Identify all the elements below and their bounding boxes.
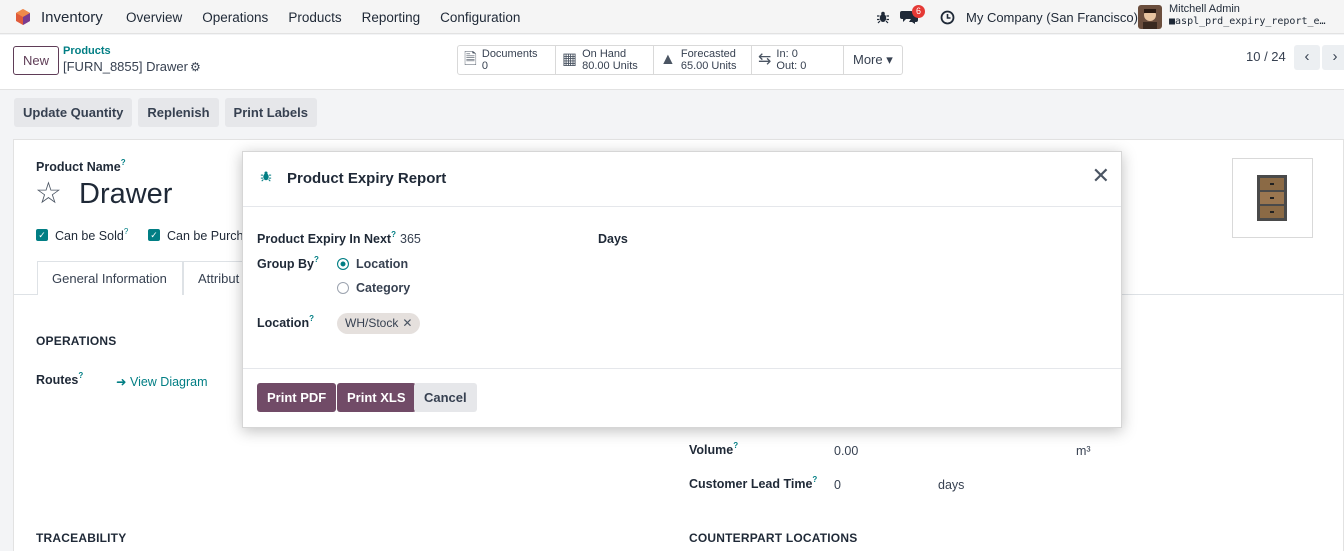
top-navbar: Inventory Overview Operations Products R… xyxy=(0,0,1344,34)
new-button[interactable]: New xyxy=(13,46,60,75)
dialog-header: Product Expiry Report ✕ xyxy=(243,152,1121,207)
can-be-purchased-label: Can be Purch xyxy=(167,229,244,243)
volume-label: Volume? xyxy=(689,441,739,457)
user-avatar[interactable] xyxy=(1138,5,1162,29)
pager-value[interactable]: 10 / 24 xyxy=(1246,49,1286,64)
can-be-sold-label: Can be Sold? xyxy=(55,227,129,243)
more-dropdown[interactable]: More ▾ xyxy=(844,46,902,74)
chevron-right-icon: › xyxy=(1332,48,1338,65)
traceability-section-title: TRACEABILITY xyxy=(36,531,127,545)
forecasted-button[interactable]: ▲ Forecasted 65.00 Units xyxy=(654,46,752,74)
expiry-days-label: Product Expiry In Next? xyxy=(257,230,396,246)
user-name[interactable]: Mitchell Admin xyxy=(1169,3,1240,15)
print-xls-button[interactable]: Print XLS xyxy=(337,383,416,412)
breadcrumb-current: [FURN_8855] Drawer xyxy=(63,59,188,74)
favorite-star-icon[interactable]: ☆ xyxy=(35,176,62,211)
onhand-label: On Hand xyxy=(582,48,627,60)
can-be-sold-checkbox[interactable]: ✓ xyxy=(36,229,48,241)
product-expiry-report-dialog: Product Expiry Report ✕ Product Expiry I… xyxy=(242,151,1122,428)
group-by-location-radio[interactable] xyxy=(337,258,349,270)
customer-lead-time-label: Customer Lead Time? xyxy=(689,475,818,491)
chevron-left-icon: ‹ xyxy=(1304,48,1310,65)
dialog-footer-divider xyxy=(243,368,1121,369)
cancel-button[interactable]: Cancel xyxy=(414,383,477,412)
print-pdf-button[interactable]: Print PDF xyxy=(257,383,337,412)
view-diagram-link[interactable]: ➜ View Diagram xyxy=(116,374,208,389)
bug-icon[interactable] xyxy=(260,170,272,185)
operations-section-title: OPERATIONS xyxy=(36,334,117,348)
menu-operations[interactable]: Operations xyxy=(202,10,268,25)
expiry-days-input[interactable]: 365 xyxy=(400,232,421,246)
group-by-category-radio[interactable] xyxy=(337,282,349,294)
out-count: Out: 0 xyxy=(776,60,807,72)
in-count: In: 0 xyxy=(776,48,798,60)
control-panel: New Products [FURN_8855] Drawer ⚙ 🗎 Docu… xyxy=(0,35,1344,90)
gear-icon[interactable]: ⚙ xyxy=(190,60,201,74)
location-label: Location? xyxy=(257,314,314,330)
menu-products[interactable]: Products xyxy=(288,10,341,25)
breadcrumb-products[interactable]: Products xyxy=(63,45,111,57)
forecasted-value: 65.00 Units xyxy=(680,60,737,72)
dialog-title: Product Expiry Report xyxy=(287,170,447,187)
group-by-label: Group By? xyxy=(257,255,319,271)
can-be-purchased-checkbox[interactable]: ✓ xyxy=(148,229,160,241)
print-labels-button[interactable]: Print Labels xyxy=(224,98,317,127)
volume-value[interactable]: 0.00 xyxy=(834,444,858,458)
counterpart-locations-section-title: COUNTERPART LOCATIONS xyxy=(689,531,858,545)
documents-count: 0 xyxy=(481,60,488,72)
database-name: ■aspl_prd_expiry_report_e… xyxy=(1169,16,1326,27)
documents-button[interactable]: 🗎 Documents 0 xyxy=(458,46,556,74)
exchange-icon: ⇆ xyxy=(758,51,772,68)
documents-label: Documents xyxy=(481,48,538,60)
product-name[interactable]: Drawer xyxy=(79,178,172,211)
customer-lead-time-unit: days xyxy=(938,478,965,492)
product-name-label: Product Name? xyxy=(36,158,126,174)
smart-buttons: 🗎 Documents 0 ▦ On Hand 80.00 Units ▲ Fore… xyxy=(457,45,903,75)
group-by-location-label[interactable]: Location xyxy=(356,257,408,271)
main-menu: Overview Operations Products Reporting C… xyxy=(126,10,540,25)
pager-next-button[interactable]: › xyxy=(1322,45,1344,70)
form-actions: Update Quantity Replenish Print Labels xyxy=(14,98,317,127)
volume-unit: m³ xyxy=(1076,444,1091,458)
area-chart-icon: ▲ xyxy=(660,51,676,68)
bug-icon[interactable] xyxy=(876,10,890,24)
menu-configuration[interactable]: Configuration xyxy=(440,10,520,25)
replenish-button[interactable]: Replenish xyxy=(138,98,219,127)
update-quantity-button[interactable]: Update Quantity xyxy=(14,98,133,127)
location-tag-text: WH/Stock xyxy=(345,316,399,330)
menu-overview[interactable]: Overview xyxy=(126,10,182,25)
location-tag[interactable]: WH/Stock ✕ xyxy=(337,313,421,334)
onhand-button[interactable]: ▦ On Hand 80.00 Units xyxy=(556,46,654,74)
group-by-category-label[interactable]: Category xyxy=(356,281,410,295)
menu-reporting[interactable]: Reporting xyxy=(362,10,421,25)
cubes-icon: ▦ xyxy=(562,51,578,68)
tab-general-information[interactable]: General Information xyxy=(37,261,183,295)
company-switcher[interactable]: My Company (San Francisco) xyxy=(966,10,1138,25)
messages-count-badge: 6 xyxy=(912,5,926,18)
document-icon: 🗎 xyxy=(464,51,477,68)
pager-previous-button[interactable]: ‹ xyxy=(1294,45,1320,70)
customer-lead-time-value[interactable]: 0 xyxy=(834,478,841,492)
expiry-days-unit: Days xyxy=(598,232,628,246)
routes-label: Routes? xyxy=(36,371,84,387)
app-name[interactable]: Inventory xyxy=(41,9,103,26)
forecasted-label: Forecasted xyxy=(680,48,736,60)
onhand-value: 80.00 Units xyxy=(582,60,638,72)
tab-attributes[interactable]: Attribut xyxy=(183,261,243,295)
close-icon[interactable]: ✕ xyxy=(1092,165,1110,187)
clock-icon[interactable] xyxy=(940,10,955,25)
product-image[interactable] xyxy=(1232,158,1313,238)
remove-tag-icon[interactable]: ✕ xyxy=(402,316,412,330)
in-out-button[interactable]: ⇆ In: 0 Out: 0 xyxy=(752,46,844,74)
inventory-app-icon[interactable] xyxy=(14,8,32,26)
